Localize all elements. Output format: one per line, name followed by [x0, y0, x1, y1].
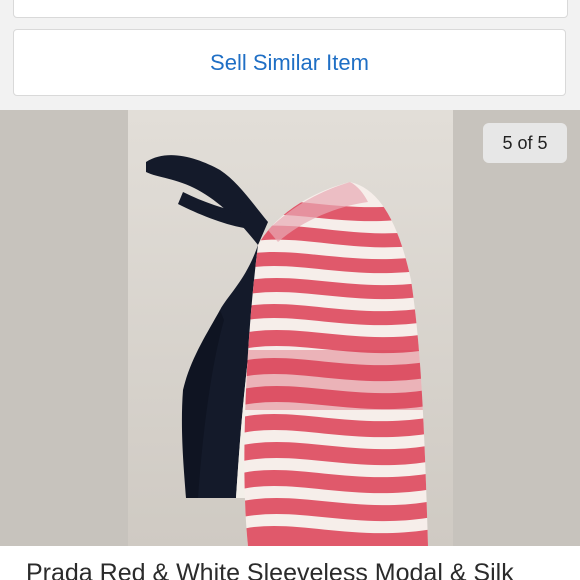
listing-page: Sell Similar Item 5 of 5 Prada Red & Whi… — [0, 0, 580, 580]
listing-title-bar: Prada Red & White Sleeveless Modal & Sil… — [0, 546, 580, 580]
garment-illustration — [128, 110, 453, 546]
photo-counter-badge: 5 of 5 — [483, 123, 567, 163]
image-gallery[interactable]: 5 of 5 — [0, 110, 580, 546]
listing-photo[interactable] — [128, 110, 453, 546]
previous-card — [13, 0, 568, 18]
sell-similar-item-button[interactable]: Sell Similar Item — [13, 29, 566, 96]
sell-similar-item-label: Sell Similar Item — [210, 49, 369, 75]
photo-counter-text: 5 of 5 — [502, 132, 548, 153]
listing-title: Prada Red & White Sleeveless Modal & Sil… — [26, 559, 514, 580]
